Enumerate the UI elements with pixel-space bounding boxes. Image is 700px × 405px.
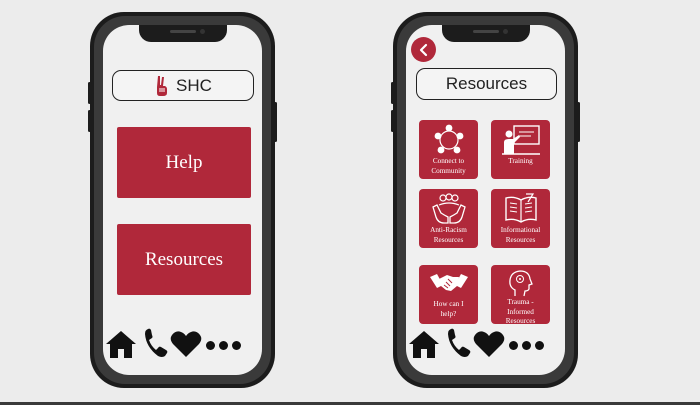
notch: [441, 25, 530, 42]
head-mind-icon: [508, 270, 533, 297]
resources-button[interactable]: Resources: [117, 224, 251, 295]
tile-label: Trauma - Informed Resources: [505, 298, 536, 325]
tile-label: Informational Resources: [500, 226, 541, 244]
heart-icon[interactable]: [473, 330, 505, 358]
more-icon[interactable]: [509, 341, 544, 350]
app-title: SHC: [176, 75, 212, 95]
chevron-left-icon: [419, 43, 427, 56]
community-network-icon: [434, 124, 463, 154]
power-button: [274, 102, 277, 142]
tile-anti-racism-resources[interactable]: Anti-Racism Resources: [419, 189, 478, 248]
presentation-board-icon: [501, 125, 540, 155]
phone-icon[interactable]: [143, 327, 169, 359]
back-button[interactable]: [411, 37, 436, 62]
tile-trauma-informed-resources[interactable]: Trauma - Informed Resources: [491, 265, 550, 325]
bottom-nav: [406, 327, 565, 361]
raised-hands-group-icon: [431, 193, 466, 224]
volume-button: [391, 82, 394, 104]
tile-label: Anti-Racism Resources: [430, 226, 467, 244]
screen-title: Resources: [445, 74, 528, 93]
tile-label: Connect to Community: [431, 157, 466, 175]
more-icon[interactable]: [206, 341, 241, 350]
handshake-icon: [429, 274, 468, 291]
tile-informational-resources[interactable]: Informational Resources: [491, 189, 550, 248]
resources-screen: Resources Connect to Community Training …: [406, 25, 565, 375]
screen-header: Resources: [416, 68, 557, 100]
volume-button: [88, 110, 91, 132]
tile-training[interactable]: Training: [491, 120, 550, 179]
home-icon[interactable]: [408, 330, 440, 359]
app-header: SHC: [112, 70, 254, 101]
tile-label: Training: [508, 157, 533, 165]
tile-how-can-i-help[interactable]: How can I help?: [419, 265, 478, 324]
volume-button: [391, 110, 394, 132]
notch: [138, 25, 227, 42]
tile-connect-to-community[interactable]: Connect to Community: [419, 120, 478, 179]
tile-label: How can I help?: [433, 300, 464, 318]
home-screen: SHC Help Resources: [103, 25, 262, 375]
help-button[interactable]: Help: [117, 127, 251, 198]
peace-hand-icon: [157, 75, 168, 96]
phone-icon[interactable]: [446, 327, 472, 359]
heart-icon[interactable]: [170, 330, 202, 358]
bottom-nav: [103, 327, 262, 361]
phone-home: SHC Help Resources: [88, 12, 277, 388]
phone-resources: Resources Connect to Community Training …: [391, 12, 580, 388]
open-book-icon: [504, 193, 537, 223]
volume-button: [88, 82, 91, 104]
power-button: [577, 102, 580, 142]
home-icon[interactable]: [105, 330, 137, 359]
